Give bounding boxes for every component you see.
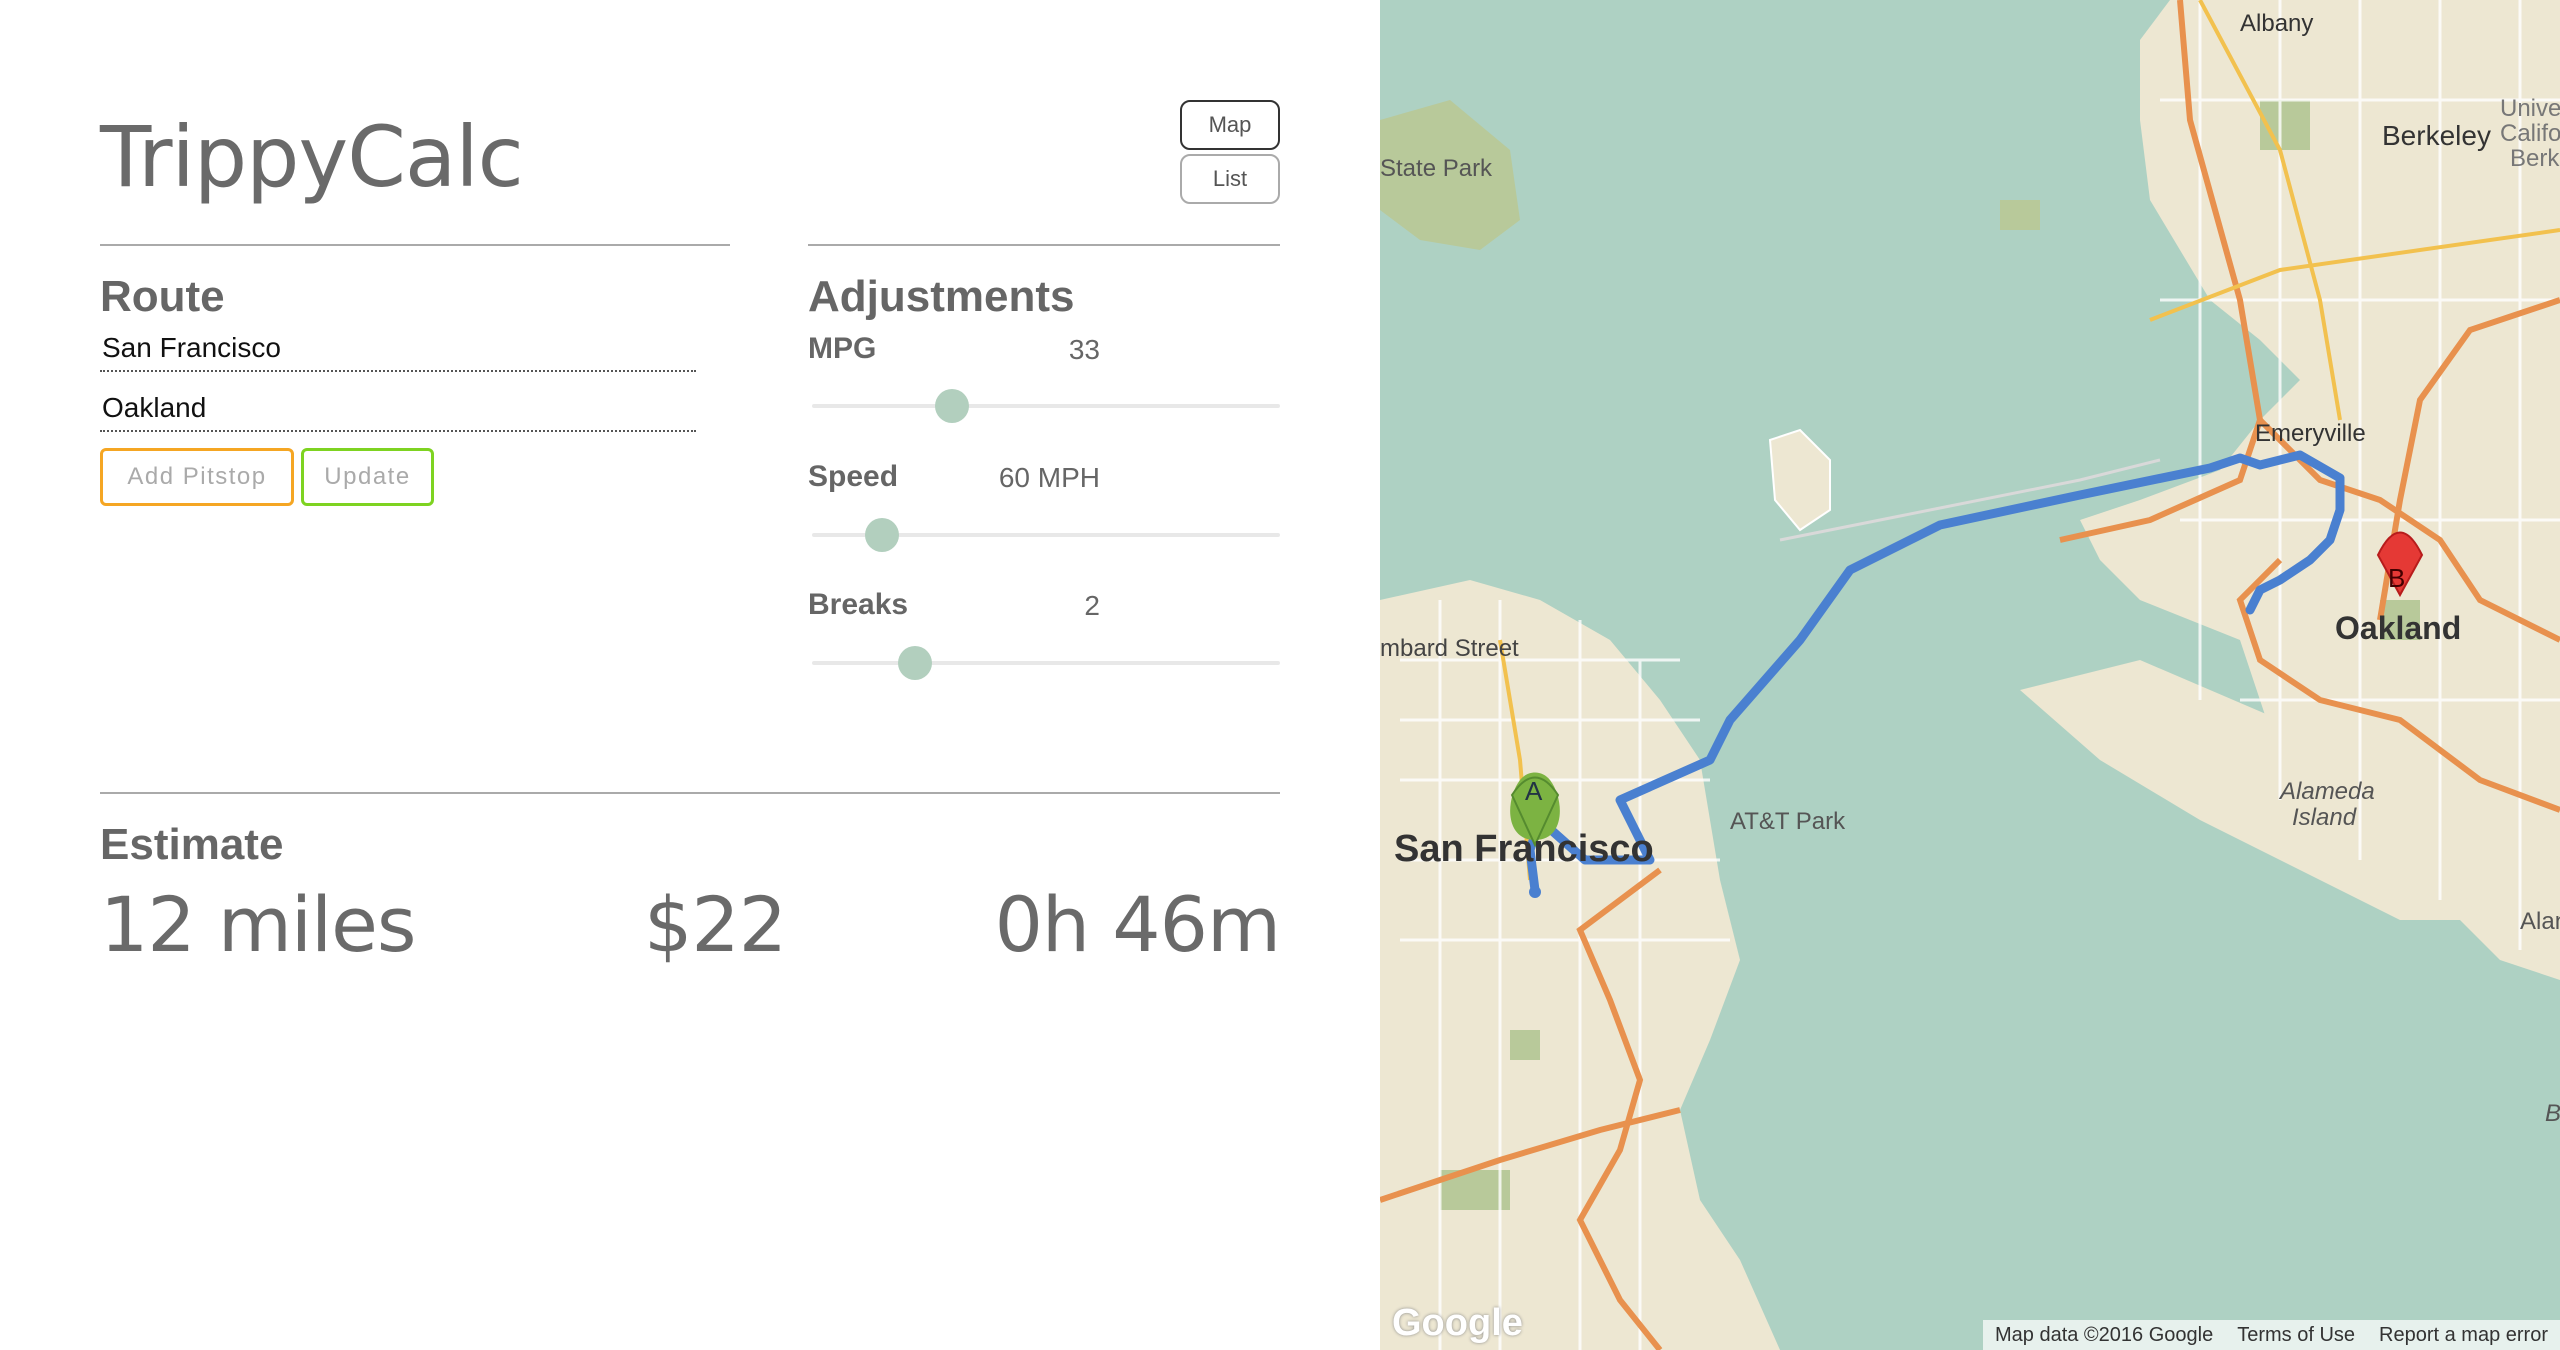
- marker-b-label: B: [2388, 563, 2406, 593]
- route-divider: [100, 244, 730, 246]
- update-button[interactable]: Update: [301, 448, 434, 506]
- mpg-value: 33: [1068, 334, 1100, 365]
- list-view-button[interactable]: List: [1180, 154, 1280, 204]
- map-data-attribution: Map data ©2016 Google: [1994, 1323, 2214, 1346]
- adjustments-heading: Adjustments: [808, 272, 1075, 321]
- estimate-heading: Estimate: [100, 820, 284, 869]
- map-label-berkeley: Berkeley: [2382, 120, 2491, 151]
- map-label-calif: Califo: [2500, 120, 2560, 147]
- add-pitstop-button[interactable]: Add Pitstop: [100, 448, 294, 506]
- app-title: TrippyCalc: [100, 108, 524, 206]
- estimate-divider: [100, 792, 1280, 794]
- map-label-univ: Univer: [2500, 95, 2560, 122]
- map-label-alameda: Alameda: [2280, 778, 2375, 805]
- map-canvas[interactable]: [1380, 0, 2560, 1350]
- mpg-slider[interactable]: [812, 389, 1280, 423]
- estimate-cost: $22: [644, 880, 787, 969]
- map-label-island: Island: [2292, 804, 2357, 831]
- map-label-emeryville: Emeryville: [2255, 420, 2366, 447]
- map-label-state-park: State Park: [1380, 155, 1493, 182]
- map-label-oakland: Oakland: [2335, 610, 2462, 646]
- breaks-value: 2: [1084, 590, 1100, 621]
- destination-input[interactable]: [100, 386, 696, 432]
- route-heading: Route: [100, 272, 225, 321]
- map-label-berk: Berk: [2510, 145, 2560, 172]
- map-footer: Map data ©2016 Google Terms of Use Repor…: [1982, 1320, 2560, 1350]
- map-label-san-francisco: San Francisco: [1394, 828, 1654, 870]
- map-label-alan: Alan: [2520, 908, 2560, 935]
- map-label-att-park: AT&T Park: [1730, 808, 1846, 835]
- origin-input[interactable]: [100, 326, 696, 372]
- report-map-error-link[interactable]: Report a map error: [2367, 1324, 2560, 1347]
- mpg-label: MPG: [808, 332, 877, 365]
- terms-link[interactable]: Terms of Use: [2225, 1324, 2367, 1347]
- map-label-albany: Albany: [2240, 10, 2314, 37]
- trip-panel: TrippyCalc Map List Route Add Pitstop Up…: [0, 0, 1380, 1350]
- marker-a-label: A: [1525, 776, 1543, 806]
- breaks-label: Breaks: [808, 588, 909, 621]
- breaks-slider[interactable]: [812, 646, 1280, 680]
- map-view-button[interactable]: Map: [1180, 100, 1280, 150]
- google-logo: Google: [1392, 1302, 1523, 1344]
- speed-slider[interactable]: [812, 518, 1280, 552]
- map-label-lombard: mbard Street: [1380, 635, 1519, 662]
- route-map[interactable]: A B Albany Berkeley Univer Califo Berk S…: [1380, 0, 2560, 1350]
- map-label-b-edge: B: [2545, 1100, 2560, 1127]
- mpg-slider-thumb[interactable]: [935, 389, 970, 423]
- estimate-distance: 12 miles: [100, 880, 416, 969]
- speed-label: Speed: [808, 460, 899, 493]
- speed-slider-thumb[interactable]: [865, 518, 900, 552]
- breaks-slider-thumb[interactable]: [897, 646, 932, 680]
- speed-value: 60 MPH: [998, 462, 1100, 493]
- adjustments-divider: [808, 244, 1280, 246]
- estimate-duration: 0h 46m: [994, 880, 1281, 969]
